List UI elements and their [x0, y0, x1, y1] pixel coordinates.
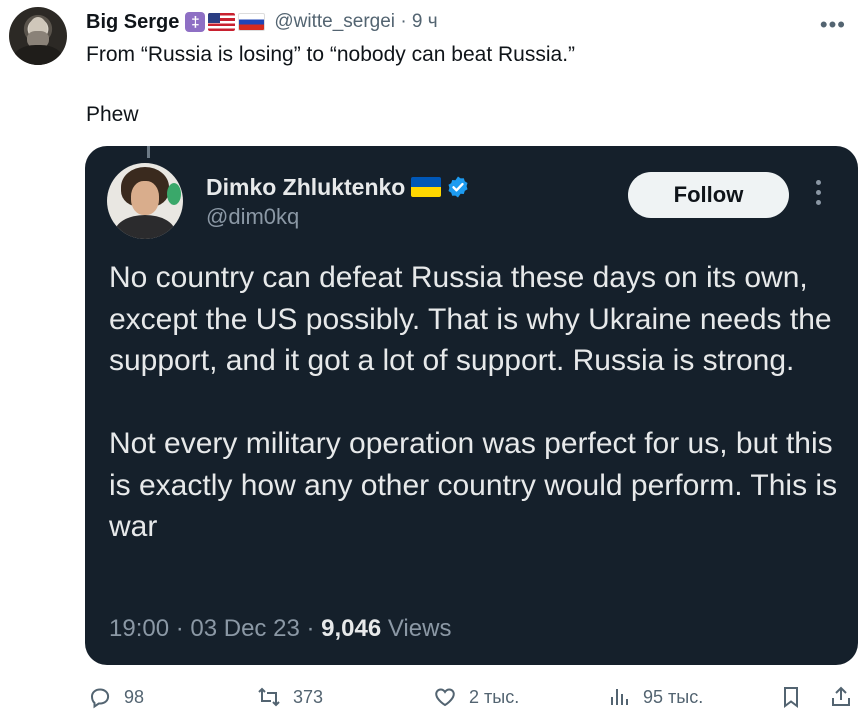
thread-connector-line	[147, 146, 150, 158]
bookmark-icon	[784, 687, 798, 708]
bookmark-button[interactable]	[779, 675, 803, 719]
like-button[interactable]: 2 тыс.	[433, 675, 519, 719]
retweet-button[interactable]: 373	[257, 675, 323, 719]
heart-icon	[435, 688, 455, 707]
orthodox-cross-badge-icon: ‡	[185, 12, 206, 32]
follow-button[interactable]: Follow	[628, 172, 789, 218]
more-options-icon[interactable]: •••	[820, 12, 846, 38]
quoted-author-name[interactable]: Dimko Zhluktenko	[206, 174, 405, 201]
reply-icon	[90, 688, 110, 709]
analytics-bar-icon	[611, 689, 628, 705]
tweet-text: From “Russia is losing” to “nobody can b…	[86, 43, 576, 126]
tweet-action-bar: 98 373 2 тыс. 95 тыс.	[0, 675, 868, 719]
avatar-shirt	[115, 215, 175, 239]
verified-badge-icon	[448, 176, 468, 198]
quoted-name-row: Dimko Zhluktenko	[206, 170, 470, 204]
ukraine-flag-icon	[411, 177, 442, 197]
views-button[interactable]: 95 тыс.	[607, 675, 703, 719]
quoted-views-label: Views	[381, 615, 452, 642]
quoted-views-count: 9,046	[321, 615, 382, 642]
quoted-tweet-text: No country can defeat Russia these days …	[109, 261, 838, 543]
quoted-author-avatar[interactable]	[107, 163, 183, 239]
share-button[interactable]	[829, 675, 853, 719]
like-count: 2 тыс.	[469, 686, 520, 707]
avatar-leaf	[167, 183, 181, 205]
reply-count: 98	[124, 686, 145, 707]
separator-dot: ·	[400, 11, 407, 32]
quoted-timestamp[interactable]: 19:00 · 03 Dec 23 ·	[109, 615, 321, 642]
author-avatar[interactable]	[9, 7, 67, 65]
russia-flag-icon	[238, 13, 266, 31]
views-count: 95 тыс.	[643, 686, 704, 707]
retweet-count: 373	[293, 686, 324, 707]
share-icon	[832, 686, 850, 706]
avatar-face	[131, 181, 159, 215]
quoted-tweet-meta: 19:00 · 03 Dec 23 · 9,046 Views	[109, 615, 451, 643]
avatar-coat	[13, 45, 63, 65]
quoted-author-handle[interactable]: @dim0kq	[206, 204, 299, 230]
us-flag-icon	[208, 13, 236, 31]
author-handle[interactable]: @witte_sergei · 9 ч	[274, 11, 437, 33]
reply-button[interactable]: 98	[88, 675, 144, 719]
retweet-icon	[258, 687, 280, 707]
author-name[interactable]: Big Serge	[86, 11, 179, 34]
quoted-more-options-icon[interactable]	[812, 180, 824, 210]
tweet-time[interactable]: 9 ч	[412, 11, 438, 32]
tweet-header: Big Serge ‡ @witte_sergei · 9 ч	[86, 8, 438, 36]
